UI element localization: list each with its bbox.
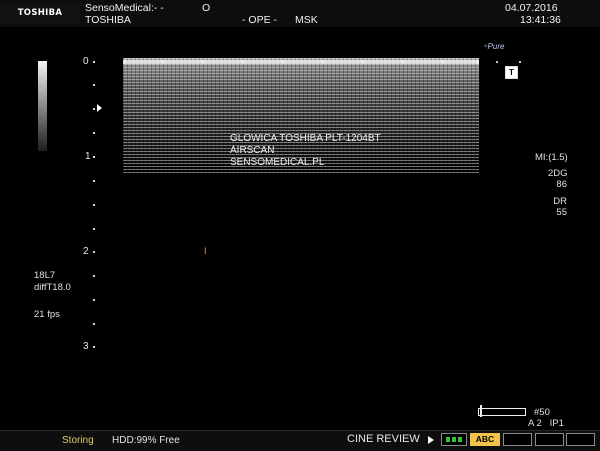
annotation-line-1: GLOWICA TOSHIBA PLT-1204BT bbox=[230, 133, 381, 144]
indicator-square-icon bbox=[452, 437, 456, 442]
depth-tick bbox=[93, 346, 95, 348]
frame-rate: 21 fps bbox=[34, 309, 60, 320]
overlay-annotation: GLOWICA TOSHIBA PLT-1204BT AIRSCAN SENSO… bbox=[230, 133, 381, 169]
probe-label: 18L7 bbox=[34, 270, 56, 281]
soft-key-button-2[interactable] bbox=[535, 433, 564, 446]
mode-label: 2DG bbox=[548, 168, 568, 179]
depth-tick bbox=[93, 84, 95, 86]
depth-tick bbox=[93, 228, 95, 230]
depth-label-3: 3 bbox=[83, 341, 89, 352]
operator-field: - OPE - bbox=[242, 14, 278, 26]
play-icon[interactable] bbox=[428, 436, 434, 444]
focus-marker-icon[interactable] bbox=[97, 104, 102, 112]
gain-value: 86 bbox=[556, 179, 567, 190]
indicator-square-icon bbox=[446, 437, 450, 442]
depth-tick bbox=[93, 299, 95, 301]
abc-annotation-button[interactable]: ABC bbox=[470, 433, 500, 446]
depth-label-2: 2 bbox=[83, 246, 89, 257]
depth-tick bbox=[93, 108, 95, 110]
indicator-square-icon bbox=[458, 437, 462, 442]
soft-key-button-1[interactable] bbox=[503, 433, 532, 446]
cine-info: A 2 IP1 bbox=[528, 418, 564, 429]
device-name: TOSHIBA bbox=[85, 14, 131, 26]
dr-label: DR bbox=[553, 196, 567, 207]
grayscale-bar bbox=[38, 61, 47, 151]
depth-tick bbox=[93, 323, 95, 325]
cine-frame-number: #50 bbox=[534, 407, 550, 418]
soft-key-button-3[interactable] bbox=[566, 433, 595, 446]
hdd-status: HDD:99% Free bbox=[112, 435, 180, 446]
depth-tick bbox=[93, 61, 95, 63]
exam-date: 04.07.2016 bbox=[505, 2, 558, 14]
depth-tick bbox=[93, 156, 95, 158]
pure-logo: ◦Pure bbox=[484, 41, 505, 52]
depth-tick bbox=[93, 132, 95, 134]
dr-value: 55 bbox=[556, 207, 567, 218]
mechanical-index: MI:(1.5) bbox=[535, 152, 568, 163]
lateral-scale-dots bbox=[124, 61, 521, 63]
caliper-cursor[interactable]: I bbox=[204, 247, 207, 256]
depth-label-1: 1 bbox=[85, 151, 91, 162]
institution-name: SensoMedical:- - bbox=[85, 2, 164, 14]
depth-label-0: 0 bbox=[83, 56, 89, 67]
depth-tick bbox=[93, 251, 95, 253]
institution-mark: O bbox=[202, 2, 211, 14]
preset-name: MSK bbox=[295, 14, 318, 26]
toshiba-logo: TOSHIBA bbox=[0, 2, 80, 24]
depth-tick bbox=[93, 204, 95, 206]
exam-time: 13:41:36 bbox=[520, 14, 561, 26]
preset-label: diffT18.0 bbox=[34, 282, 71, 293]
depth-tick bbox=[93, 275, 95, 277]
storing-status: Storing bbox=[62, 435, 94, 446]
frame-indicator-button[interactable] bbox=[441, 433, 467, 446]
annotation-line-3: SENSOMEDICAL.PL bbox=[230, 157, 325, 168]
cine-review-label: CINE REVIEW bbox=[347, 433, 420, 445]
annotation-line-2: AIRSCAN bbox=[230, 145, 275, 156]
cine-slider[interactable] bbox=[478, 408, 526, 416]
depth-tick bbox=[93, 180, 95, 182]
cine-slider-handle[interactable] bbox=[479, 405, 482, 417]
